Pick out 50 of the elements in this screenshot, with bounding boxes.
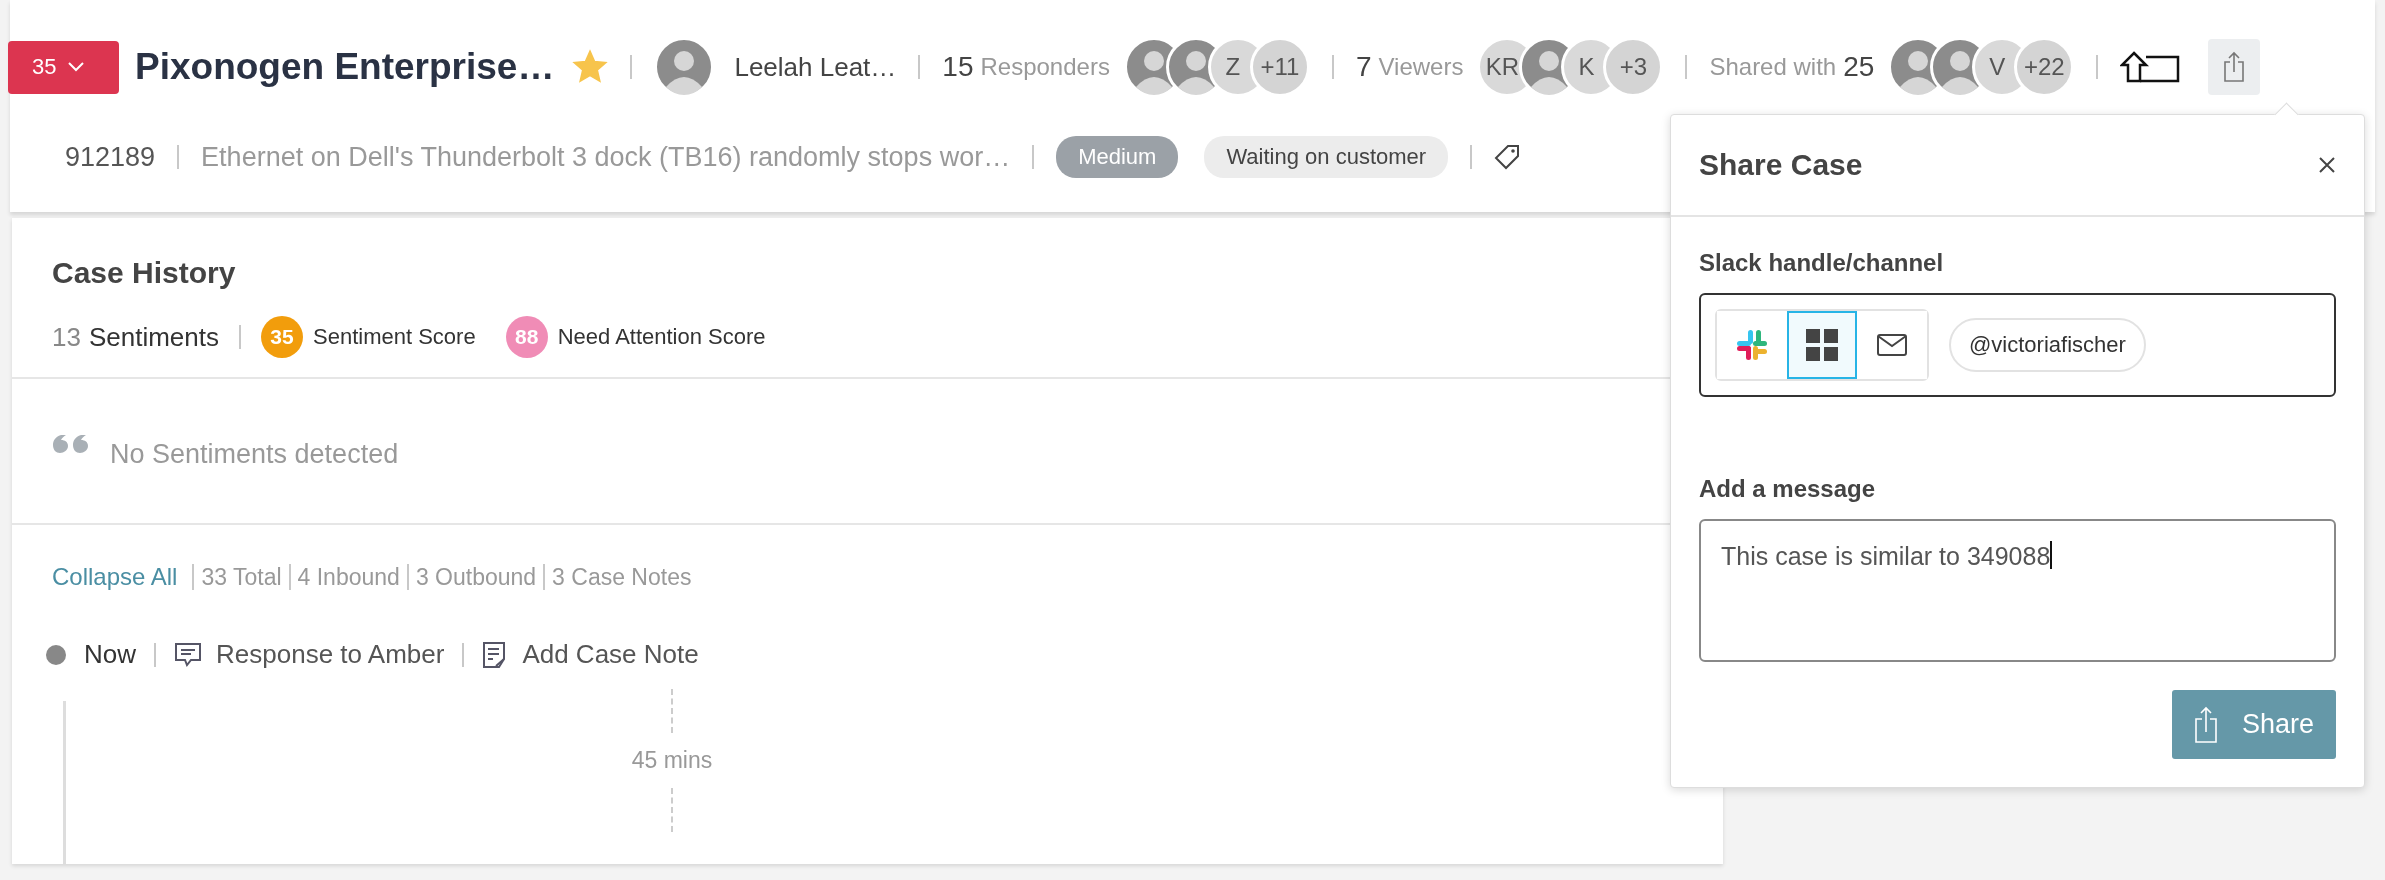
timeline-stat: 33 Total <box>201 563 282 591</box>
case-number: 912189 <box>65 141 156 173</box>
timeline-action[interactable]: Add Case Note <box>482 639 699 670</box>
time-gap-label: 45 mins <box>631 747 713 774</box>
score-label: Sentiment Score <box>313 324 476 350</box>
owner-name: Leelah Leat… <box>734 51 897 83</box>
now-label: Now <box>84 639 136 670</box>
recipient-chip[interactable]: @victoriafischer <box>1949 318 2146 372</box>
collapse-all-link[interactable]: Collapse All <box>52 563 178 591</box>
share-icon <box>2193 705 2218 744</box>
timeline-stat: 3 Outbound <box>415 563 537 591</box>
empty-message: No Sentiments detected <box>110 438 399 470</box>
sentiments-count: 13 <box>52 321 81 353</box>
share-button[interactable] <box>2208 39 2261 95</box>
case-subject: Ethernet on Dell's Thunderbolt 3 dock (TB16) randomly stops wor… <box>201 141 1011 173</box>
priority-dropdown[interactable]: 35 <box>8 40 119 94</box>
case-title: Pixonogen Enterprise… <box>135 46 555 88</box>
group-count: 25 <box>1843 51 1875 83</box>
group-count: 15 <box>942 51 974 83</box>
group-count: 7 <box>1355 51 1372 83</box>
timeline-action[interactable]: Response to Amber <box>174 639 445 670</box>
group-label: Responders <box>980 53 1110 81</box>
tag-icon[interactable] <box>1494 144 1521 170</box>
mail-icon <box>1877 334 1907 356</box>
share-icon <box>2223 51 2246 83</box>
recipient-field[interactable]: @victoriafischer <box>1699 293 2336 397</box>
timeline-stat: 3 Case Notes <box>552 563 692 591</box>
field-label: Add a message <box>1699 475 1877 503</box>
share-button[interactable]: Share <box>2172 690 2336 759</box>
panel-title: Share Case <box>1699 148 1863 182</box>
sentiments-label: Sentiments <box>88 321 219 353</box>
score-label: Need Attention Score <box>557 324 766 350</box>
message-field[interactable]: This case is similar to 349088 <box>1699 519 2336 662</box>
more-users-count[interactable]: +11 <box>1249 37 1310 97</box>
timeline-stat: 4 Inbound <box>297 563 400 591</box>
grid-icon <box>1806 329 1838 361</box>
group-label: Viewers <box>1378 53 1464 81</box>
star-icon[interactable] <box>572 49 609 85</box>
slack-icon <box>1735 328 1769 362</box>
group-label: Shared with <box>1709 53 1837 81</box>
section-title: Case History <box>52 256 236 289</box>
chevron-down-icon <box>68 62 85 72</box>
priority-tag: Medium <box>1056 136 1179 178</box>
score-badge: 88 <box>505 316 548 358</box>
score-badge: 35 <box>261 316 303 358</box>
status-tag: Waiting on customer <box>1204 136 1449 178</box>
timeline-dot <box>46 644 66 665</box>
close-icon <box>2318 156 2336 174</box>
field-label: Slack handle/channel <box>1699 249 1945 277</box>
chat-bubble-icon <box>174 640 202 669</box>
